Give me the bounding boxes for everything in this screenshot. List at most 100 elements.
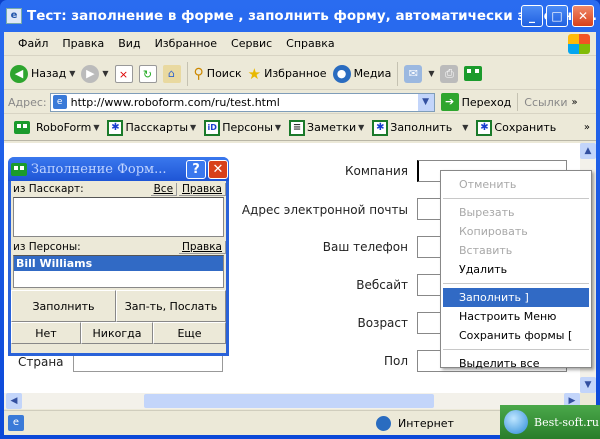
go-button[interactable]: ➔ Переход — [440, 93, 512, 111]
refresh-icon[interactable]: ↻ — [138, 64, 157, 83]
menu-item-customize[interactable]: Настроить Меню — [441, 307, 591, 326]
chevron-down-icon[interactable]: ▼ — [417, 93, 434, 111]
menu-item-copy[interactable]: Копировать — [441, 222, 591, 241]
scroll-down-icon[interactable]: ▼ — [580, 377, 596, 393]
menu-item-save-forms[interactable]: Сохранить формы [ — [441, 326, 591, 345]
identities-edit-button[interactable]: Правка — [179, 240, 226, 254]
address-bar: Адрес: e http://www.roboform.com/ru/test… — [4, 91, 596, 114]
address-url: http://www.roboform.com/ru/test.html — [70, 95, 280, 109]
stop-icon[interactable]: × — [114, 64, 133, 83]
never-button[interactable]: Никогда — [81, 322, 153, 344]
menu-item-undo[interactable]: Отменить — [441, 175, 591, 194]
chevron-down-icon: ▼ — [274, 123, 282, 132]
chevron-more-icon[interactable]: » — [584, 122, 590, 133]
go-arrow-icon: ➔ — [440, 93, 459, 111]
gender-label: Пол — [383, 354, 408, 368]
go-label: Переход — [461, 95, 512, 109]
country-label: Страна — [18, 355, 64, 369]
search-icon: ⚲ — [193, 65, 204, 82]
chevron-down-icon: ▼ — [93, 123, 100, 132]
help-button[interactable]: ? — [186, 160, 206, 179]
menu-help[interactable]: Справка — [280, 37, 342, 50]
favorites-button[interactable]: ★ Избранное — [248, 65, 327, 83]
save-forms-button[interactable]: ✱ Сохранить — [476, 119, 556, 136]
menu-tools[interactable]: Сервис — [225, 37, 280, 50]
horizontal-scrollbar[interactable]: ◀ ▶ — [4, 393, 580, 409]
email-label: Адрес электронной почты — [241, 203, 408, 217]
menu-view[interactable]: Вид — [112, 37, 148, 50]
roboform-icon — [11, 162, 27, 176]
scroll-thumb[interactable] — [144, 394, 434, 408]
roboform-menu[interactable]: RoboForm ▼ — [14, 121, 99, 134]
ie-page-icon: e — [8, 415, 24, 431]
phone-label: Ваш телефон — [322, 240, 408, 254]
forward-arrow-icon: ▶ — [81, 64, 100, 83]
chevron-down-icon: ▼ — [358, 123, 365, 132]
menu-item-cut[interactable]: Вырезать — [441, 203, 591, 222]
passcards-edit-button[interactable]: Правка — [179, 183, 226, 196]
print-icon[interactable]: ⎙ — [440, 64, 459, 83]
passcards-label: из Пасскарт: — [13, 183, 84, 195]
chevron-down-icon: ▼ — [428, 69, 435, 78]
home-icon[interactable]: ⌂ — [162, 64, 181, 83]
toolbar-divider — [517, 93, 519, 111]
chevron-more-icon[interactable]: » — [572, 97, 578, 108]
all-button[interactable]: Все — [150, 183, 178, 196]
back-arrow-icon: ◀ — [10, 64, 28, 83]
menu-separator — [443, 349, 589, 350]
scroll-left-icon[interactable]: ◀ — [6, 393, 22, 409]
media-button[interactable]: ● Медиа — [332, 64, 392, 83]
roboform-icon — [14, 121, 30, 134]
mail-icon[interactable]: ✉ — [404, 64, 423, 83]
menu-item-delete[interactable]: Удалить — [441, 260, 591, 279]
menu-item-fill[interactable]: Заполнить ] — [443, 288, 589, 307]
back-button[interactable]: ◀ Назад ▼ — [10, 64, 75, 83]
menu-separator — [443, 198, 589, 199]
links-button[interactable]: Ссылки — [524, 96, 567, 109]
favorites-label: Избранное — [264, 67, 327, 80]
scroll-up-icon[interactable]: ▲ — [580, 143, 596, 159]
search-button[interactable]: ⚲ Поиск — [194, 66, 242, 82]
roboform-icon[interactable] — [464, 66, 483, 81]
back-label: Назад — [31, 67, 67, 80]
fill-button[interactable]: Заполнить — [11, 290, 116, 322]
address-input[interactable]: e http://www.roboform.com/ru/test.html ▼ — [49, 92, 435, 112]
fill-submit-button[interactable]: Зап-ть, Послать — [116, 290, 226, 322]
fill-forms-button[interactable]: ✱ Заполнить ▼ — [372, 119, 468, 136]
menu-file[interactable]: Файл — [12, 37, 56, 50]
roboform-label: RoboForm — [36, 121, 92, 134]
menu-favorites[interactable]: Избранное — [149, 37, 225, 50]
title-bar: e Тест: заполнение в форме , заполнить ф… — [0, 0, 600, 32]
identities-list[interactable]: Bill Williams — [13, 255, 224, 288]
menu-item-paste[interactable]: Вставить — [441, 241, 591, 260]
passcards-header: из Пасскарт: Все Правка — [11, 181, 226, 197]
menu-edit[interactable]: Правка — [56, 37, 112, 50]
passcards-menu[interactable]: ✱ Пасскарты ▼ — [107, 119, 197, 136]
browser-window: e Тест: заполнение в форме , заполнить ф… — [0, 0, 600, 439]
notes-menu[interactable]: ≡ Заметки ▼ — [289, 119, 365, 136]
dialog-close-button[interactable]: ✕ — [208, 160, 228, 179]
forward-button[interactable]: ▶ ▼ — [81, 64, 109, 83]
notes-label: Заметки — [307, 121, 357, 134]
media-label: Медиа — [353, 67, 392, 80]
identities-menu[interactable]: iD Персоны ▼ — [204, 119, 282, 136]
chevron-down-icon: ▼ — [190, 123, 197, 132]
identity-icon: iD — [204, 119, 221, 136]
passcard-icon: ✱ — [107, 119, 124, 136]
more-button[interactable]: Еще — [153, 322, 226, 344]
toolbar-divider — [397, 61, 399, 86]
globe-icon — [504, 410, 528, 434]
menu-separator — [443, 283, 589, 284]
passcards-list[interactable] — [13, 197, 224, 237]
passcards-label: Пасскарты — [125, 121, 189, 134]
close-button[interactable]: ✕ — [572, 5, 594, 27]
identities-header: из Персоны: Правка — [11, 239, 226, 255]
watermark-text: Best-soft.ru — [534, 415, 599, 429]
ie-page-icon: e — [6, 8, 22, 24]
identity-item[interactable]: Bill Williams — [14, 256, 223, 271]
no-button[interactable]: Нет — [11, 322, 81, 344]
window-title: Тест: заполнение в форме , заполнить фор… — [27, 8, 597, 24]
maximize-button[interactable]: □ — [546, 5, 568, 27]
menu-item-select-all[interactable]: Выделить все — [441, 354, 591, 373]
minimize-button[interactable]: _ — [521, 5, 543, 27]
